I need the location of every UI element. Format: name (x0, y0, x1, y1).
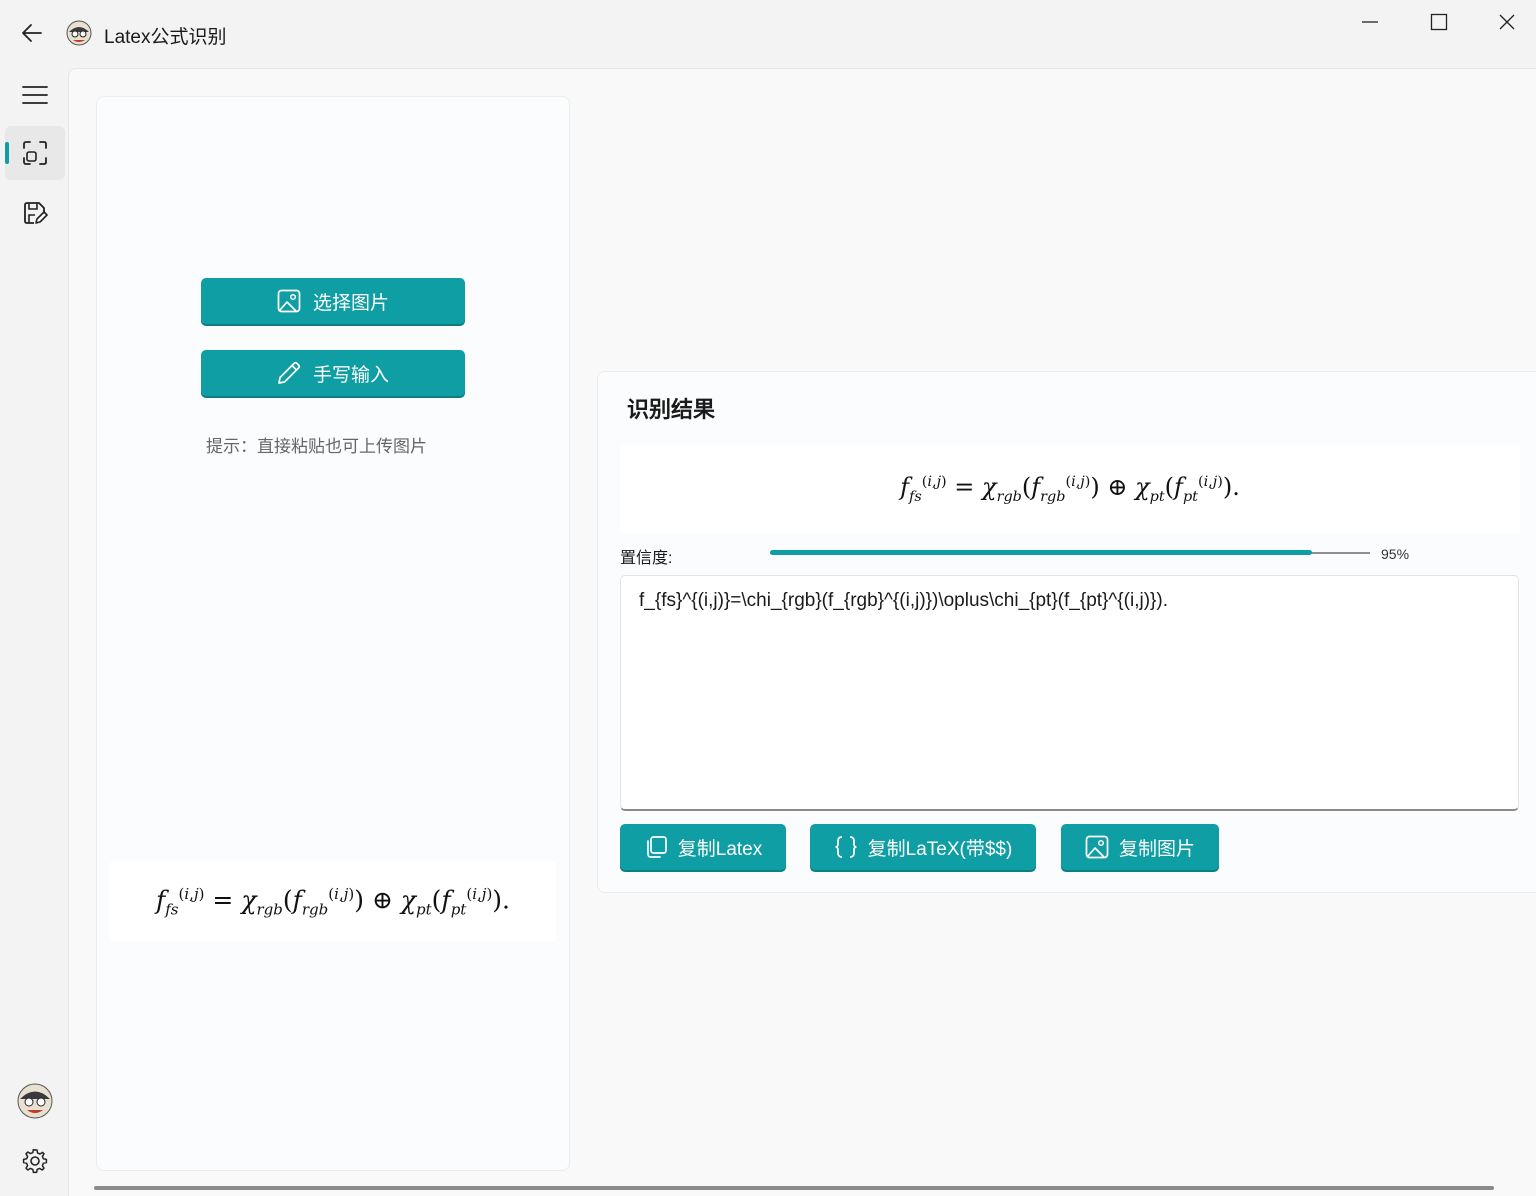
close-icon (1499, 14, 1515, 30)
app-title: Latex公式识别 (104, 27, 227, 48)
sidebar-item-ocr[interactable] (5, 126, 65, 180)
confidence-value: 95% (1381, 546, 1410, 562)
select-image-label: 选择图片 (312, 292, 389, 314)
result-title: 识别结果 (627, 397, 716, 422)
sidebar-item-avatar[interactable] (5, 1074, 65, 1128)
uploaded-image-preview: ffs(i,j) = χrgb(frgb(i,j)) ⊕ χpt(fpt(i,j… (110, 862, 556, 942)
image-icon (1085, 835, 1109, 859)
copy-latex-button[interactable]: 复制Latex (620, 824, 786, 870)
copy-latex-label: 复制Latex (677, 838, 763, 860)
title-bar: Latex公式识别 (0, 0, 1536, 68)
image-icon (277, 289, 301, 313)
braces-icon (835, 836, 857, 858)
copy-image-button[interactable]: 复制图片 (1061, 824, 1219, 870)
confidence-bar (770, 550, 1312, 555)
image-input-panel (96, 96, 570, 1171)
rendered-formula-image: ffs(i,j) = χrgb(frgb(i,j)) ⊕ χpt(fpt(i,j… (900, 473, 1240, 505)
sidebar-item-menu[interactable] (5, 68, 65, 122)
maximize-button[interactable] (1415, 6, 1463, 38)
latex-output-field[interactable]: f_{fs}^{(i,j)}=\chi_{rgb}(f_{rgb}^{(i,j)… (620, 575, 1519, 811)
selected-indicator (5, 142, 9, 164)
avatar-icon (17, 1083, 53, 1119)
copy-latex-dollar-label: 复制LaTeX(带$$) (867, 838, 1013, 860)
paste-hint: 提示：直接粘贴也可上传图片 (206, 437, 427, 456)
maximize-icon (1430, 13, 1448, 31)
copy-image-label: 复制图片 (1118, 838, 1195, 860)
copy-icon (646, 836, 667, 858)
app-logo-icon (66, 20, 92, 46)
handwrite-label: 手写输入 (312, 364, 389, 386)
sidebar (0, 68, 68, 1196)
rendered-formula: ffs(i,j) = χrgb(frgb(i,j)) ⊕ χpt(fpt(i,j… (620, 445, 1520, 533)
confidence-label: 置信度: (620, 550, 673, 567)
handwrite-button[interactable]: 手写输入 (201, 350, 465, 396)
sidebar-item-settings[interactable] (5, 1134, 65, 1188)
copy-latex-dollar-button[interactable]: 复制LaTeX(带$$) (810, 824, 1036, 870)
minimize-icon (1362, 21, 1378, 23)
gear-icon (22, 1148, 48, 1174)
close-button[interactable] (1483, 6, 1531, 38)
horizontal-scrollbar[interactable] (94, 1186, 1494, 1190)
save-edit-icon (24, 202, 48, 224)
back-arrow-icon (22, 24, 42, 42)
formula-preview-image: ffs(i,j) = χrgb(frgb(i,j)) ⊕ χpt(fpt(i,j… (155, 885, 510, 919)
hamburger-menu-icon (22, 86, 48, 104)
pencil-icon (278, 361, 301, 384)
minimize-button[interactable] (1346, 6, 1394, 38)
scan-icon (23, 141, 47, 165)
sidebar-item-saved[interactable] (5, 186, 65, 240)
back-button[interactable] (14, 16, 50, 50)
select-image-button[interactable]: 选择图片 (201, 278, 465, 324)
